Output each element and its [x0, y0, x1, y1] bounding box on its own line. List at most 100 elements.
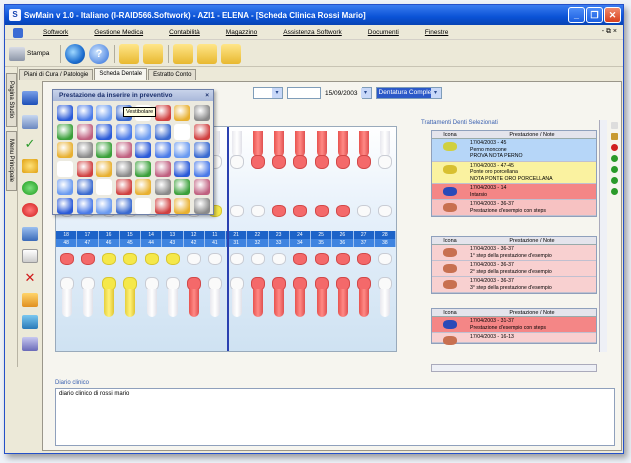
horizontal-scrollbar[interactable]: [431, 364, 597, 372]
folder-open-icon[interactable]: [143, 43, 163, 64]
treatment-grid-2[interactable]: Icona Prestazione / Note 17/04/2003 - 36-…: [431, 236, 597, 294]
extraction-icon[interactable]: [135, 179, 151, 195]
tooth[interactable]: [357, 205, 372, 217]
maximize-button[interactable]: ❐: [586, 7, 603, 23]
tooth[interactable]: [229, 253, 244, 265]
treatment-grid-1[interactable]: Icona Prestazione / Note 17/04/2003 - 45 P…: [431, 130, 597, 217]
tab-estratto-conto[interactable]: Estratto Conto: [148, 69, 197, 80]
brush-icon[interactable]: [76, 123, 93, 140]
tooth[interactable]: [59, 253, 74, 265]
title-bar[interactable]: S SwMain v 1.0 - Italiano (I-RAID566.Sof…: [5, 5, 623, 25]
xray-icon[interactable]: [76, 142, 93, 158]
remove-icon[interactable]: [22, 203, 38, 217]
tooth-surface-icon[interactable]: [57, 105, 73, 121]
prosthesis-icon[interactable]: [174, 179, 190, 195]
prestazione-palette[interactable]: Prestazione da inserire in preventivo × V…: [52, 89, 214, 215]
root-icon[interactable]: [193, 142, 210, 158]
treatment-row[interactable]: 17/04/2003 - 36-37 2° step della prestazi…: [432, 261, 596, 277]
close-button[interactable]: ✕: [604, 7, 621, 23]
brush-icon[interactable]: [115, 142, 132, 158]
menu-finestre[interactable]: Finestre: [419, 29, 454, 36]
diario-textarea[interactable]: diario clinico di rossi mario: [55, 388, 615, 446]
tooth[interactable]: [293, 253, 308, 265]
filter-field[interactable]: [287, 87, 321, 99]
root-icon[interactable]: [154, 123, 171, 140]
tooth[interactable]: [378, 253, 393, 265]
folder-icon[interactable]: [173, 43, 193, 64]
palette-close-icon[interactable]: ×: [205, 90, 209, 101]
filter-combo[interactable]: ▾: [253, 87, 283, 99]
implant-icon[interactable]: [57, 179, 73, 195]
globe-icon[interactable]: [65, 43, 85, 64]
minimize-button[interactable]: _: [568, 7, 585, 23]
filling-icon[interactable]: [115, 179, 132, 195]
implant-icon[interactable]: [135, 123, 151, 140]
tooth-surface-icon[interactable]: [135, 142, 151, 158]
tab-piani-di-cura[interactable]: Piani di Cura / Patologie: [19, 69, 94, 80]
xray-icon[interactable]: [154, 179, 171, 195]
treatment-row[interactable]: 17/04/2003 - 16-13: [432, 333, 596, 345]
check-icon[interactable]: ✓: [22, 137, 38, 151]
prosthesis-icon[interactable]: [57, 123, 73, 140]
treatment-row[interactable]: 17/04/2003 - 36-37 Prestazione d'esempio …: [432, 200, 596, 216]
green-dot-icon[interactable]: [610, 166, 618, 173]
arrow-icon[interactable]: [22, 293, 38, 307]
tooth[interactable]: [357, 253, 372, 265]
crown-icon[interactable]: [76, 197, 93, 214]
side-tab-pagina-studio[interactable]: Pagina Studio: [6, 73, 17, 127]
tooth-view-icon[interactable]: [22, 115, 38, 129]
treatment-row[interactable]: 17/04/2003 - 36-37 1° step della prestazi…: [432, 245, 596, 261]
green-dot-icon[interactable]: [610, 177, 618, 184]
coin-icon[interactable]: [22, 159, 38, 173]
tooth-surface-icon[interactable]: [174, 160, 190, 177]
crown-icon[interactable]: [76, 105, 93, 121]
tooth[interactable]: [335, 155, 350, 169]
menu-gestione-medica[interactable]: Gestione Medica: [88, 29, 149, 36]
implant-icon[interactable]: [96, 197, 112, 214]
prosthesis-icon[interactable]: [135, 160, 151, 177]
xray-icon[interactable]: [193, 105, 210, 121]
tooth[interactable]: [229, 205, 244, 217]
tooth[interactable]: [335, 253, 350, 265]
side-tab-menu-principale[interactable]: Menu Principale: [6, 131, 17, 191]
tooth[interactable]: [250, 155, 265, 169]
treatment-row[interactable]: 17/04/2003 - 47-45 Ponte oro porcellana NO…: [432, 161, 596, 184]
treatment-row[interactable]: 17/04/2003 - 31-37 Prestazione d'esempio …: [432, 317, 596, 333]
app-menu-icon[interactable]: [13, 27, 23, 38]
folder-icon[interactable]: [119, 43, 139, 64]
filling-icon[interactable]: [154, 197, 171, 214]
tooth[interactable]: [229, 155, 244, 169]
folder-chart-icon[interactable]: [221, 43, 241, 64]
eraser-icon[interactable]: [22, 337, 38, 351]
tooth[interactable]: [293, 155, 308, 169]
extraction-icon[interactable]: [96, 160, 112, 177]
add-icon[interactable]: [22, 181, 38, 195]
menu-magazzino[interactable]: Magazzino: [220, 29, 263, 36]
crown-icon[interactable]: [193, 160, 210, 177]
menu-softwork[interactable]: Softwork: [37, 29, 74, 36]
dentatura-select[interactable]: Dentatura Completa ▾: [375, 87, 442, 99]
tooth[interactable]: [187, 253, 202, 265]
bridge-icon[interactable]: [96, 179, 112, 195]
implant-icon[interactable]: [174, 142, 190, 158]
mdi-controls[interactable]: - ⧉ ×: [602, 28, 617, 36]
tooth[interactable]: [314, 155, 329, 169]
tooth[interactable]: [208, 253, 223, 265]
delete-icon[interactable]: [610, 144, 618, 151]
tooth-surface-icon[interactable]: [96, 123, 112, 140]
grid-icon[interactable]: [22, 91, 38, 105]
treatment-grid-3[interactable]: Icona Prestazione / Note 17/04/2003 - 31-…: [431, 308, 597, 345]
root-icon[interactable]: [115, 197, 132, 214]
extraction-icon[interactable]: [174, 105, 190, 121]
page-icon[interactable]: [610, 122, 618, 129]
tooth[interactable]: [165, 253, 180, 265]
vertical-scrollbar[interactable]: [599, 120, 607, 352]
delete-icon[interactable]: ✕: [22, 271, 38, 285]
tooth-surface-icon[interactable]: [57, 197, 73, 214]
tooth[interactable]: [144, 253, 159, 265]
menu-documenti[interactable]: Documenti: [362, 29, 405, 36]
tooth[interactable]: [378, 155, 393, 169]
extraction-icon[interactable]: [57, 142, 73, 158]
tooth[interactable]: [272, 253, 287, 265]
filling-icon[interactable]: [76, 160, 93, 177]
